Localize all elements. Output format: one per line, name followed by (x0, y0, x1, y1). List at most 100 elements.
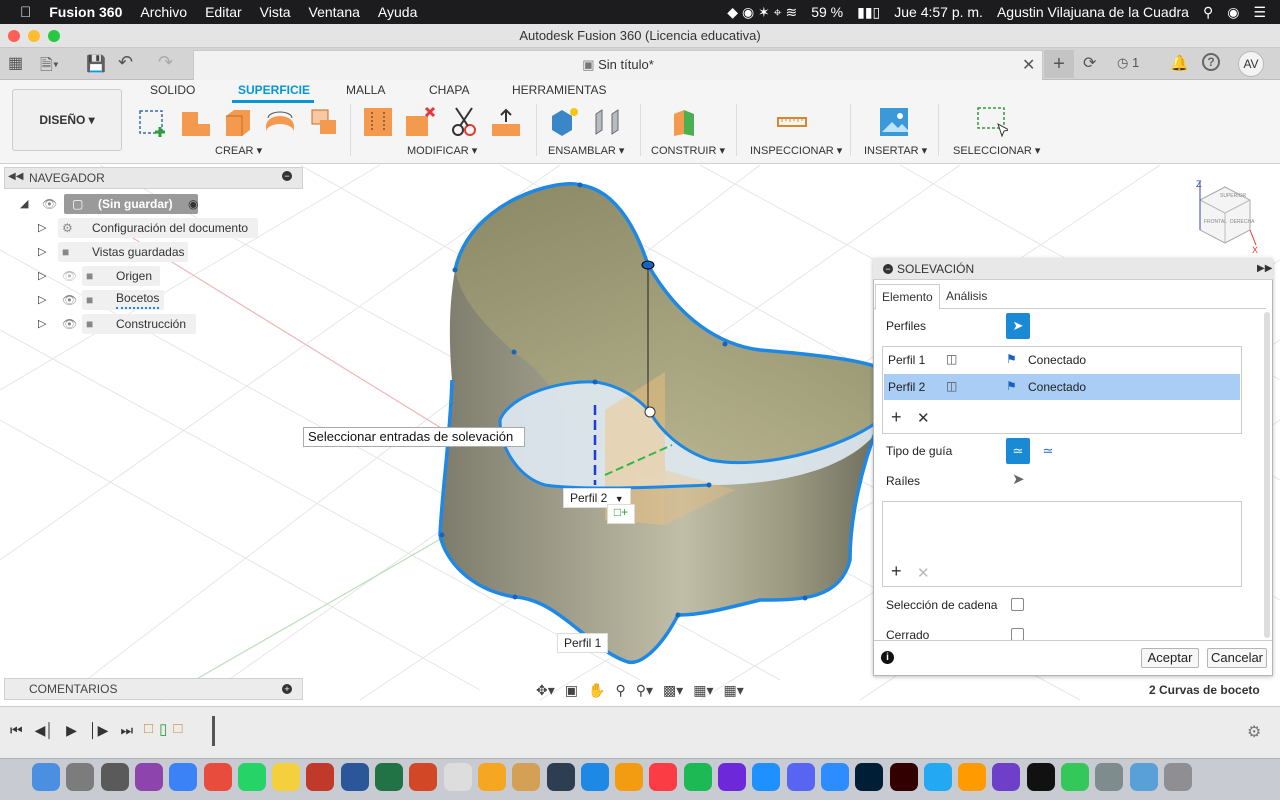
sweep-icon[interactable] (308, 106, 340, 138)
spotlight-search-icon[interactable]: ⚲ (1203, 4, 1213, 21)
dock-app-icon[interactable] (100, 763, 129, 791)
dock-app-icon[interactable] (752, 763, 781, 791)
navigator-header[interactable]: NAVEGADOR (4, 167, 303, 189)
dock-app-icon[interactable] (923, 763, 952, 791)
user-name[interactable]: Agustin Vilajuana de la Cuadra (997, 4, 1189, 20)
connected-icon[interactable]: ⚑ (1006, 352, 1017, 366)
seam-point[interactable] (641, 260, 655, 270)
dock-app-icon[interactable] (32, 763, 60, 791)
nav-item-document-settings[interactable]: ▷ ⚙ Configuración del documento (38, 217, 278, 239)
nav-item-sketches[interactable]: ▷ 👁 ■ Bocetos (38, 289, 278, 311)
tab-analisis[interactable]: Análisis (940, 284, 993, 310)
timeline-marker[interactable] (212, 716, 215, 746)
dock-app-icon[interactable] (649, 763, 678, 791)
collapse-navigator-icon[interactable]: ◀◀ (8, 171, 23, 182)
file-menu-icon[interactable]: 🗎▾ (40, 54, 59, 81)
close-window-button[interactable] (8, 30, 20, 42)
redo-icon[interactable]: ↷ (158, 52, 173, 73)
dock-app-icon[interactable] (272, 763, 301, 791)
step-back-icon[interactable]: ◀│ (35, 722, 55, 739)
timeline-settings-gear-icon[interactable]: ⚙ (1247, 722, 1261, 742)
timeline-plane-icon[interactable]: ▯ (159, 720, 167, 738)
cancel-button[interactable]: Cancelar (1207, 648, 1267, 668)
extrude-surface-icon[interactable] (180, 106, 212, 138)
dock-app-icon[interactable] (375, 763, 403, 791)
pan-hand-icon[interactable]: ✋ (588, 679, 605, 701)
group-ensamblar[interactable]: ENSAMBLAR ▾ (548, 144, 624, 157)
dock-app-icon[interactable] (134, 763, 163, 791)
document-tab[interactable]: ▣ Sin título* (193, 50, 1043, 80)
extensions-icon[interactable]: ⟳ (1083, 53, 1096, 73)
zoom-icon[interactable]: ⚲ (615, 679, 625, 701)
group-insertar[interactable]: INSERTAR ▾ (864, 144, 927, 157)
dock-app-icon[interactable] (340, 763, 369, 791)
menu-ventana[interactable]: Ventana (309, 4, 360, 20)
delete-face-icon[interactable] (404, 106, 436, 138)
go-to-end-icon[interactable]: ⏭ (120, 722, 133, 739)
joint-icon[interactable] (592, 106, 624, 138)
menu-archivo[interactable]: Archivo (140, 4, 187, 20)
orbit-icon[interactable]: ✥▾ (536, 679, 555, 701)
dock-app-icon[interactable] (512, 763, 541, 791)
profile-1-label[interactable]: Perfil 1 (557, 633, 609, 653)
dock-app-icon[interactable] (855, 763, 884, 791)
clock[interactable]: Jue 4:57 p. m. (894, 4, 983, 20)
group-crear[interactable]: CREAR ▾ (215, 144, 262, 157)
expand-triangle-icon[interactable]: ▷ (38, 241, 46, 263)
group-construir[interactable]: CONSTRUIR ▾ (651, 144, 725, 157)
guide-centerline-icon[interactable]: ≃ (1036, 438, 1060, 464)
dock-app-icon[interactable] (1095, 763, 1124, 791)
undo-icon[interactable]: ↶ (118, 52, 133, 73)
look-at-icon[interactable]: ▣ (565, 679, 578, 701)
dock-app-icon[interactable] (237, 763, 266, 791)
tab-superficie[interactable]: SUPERFICIE (238, 83, 310, 97)
create-sketch-icon[interactable] (137, 106, 169, 138)
data-panel-grid-icon[interactable]: ▦ (8, 56, 24, 72)
dock-app-icon[interactable] (306, 763, 335, 791)
ok-button[interactable]: Aceptar (1141, 648, 1199, 668)
app-name-menu[interactable]: Fusion 360 (49, 4, 122, 20)
dock-app-icon[interactable] (958, 763, 987, 791)
construct-plane-icon[interactable] (670, 106, 702, 138)
zoom-window-button[interactable] (48, 30, 60, 42)
add-rail-plus-icon[interactable]: + (891, 561, 902, 582)
remove-rail-x-icon[interactable]: ✕ (917, 564, 930, 582)
user-avatar[interactable]: AV (1238, 51, 1264, 77)
step-forward-icon[interactable]: │▶ (89, 722, 109, 739)
expand-triangle-icon[interactable]: ▷ (38, 313, 46, 335)
expand-triangle-icon[interactable]: ▷ (38, 289, 46, 311)
group-modificar[interactable]: MODIFICAR ▾ (407, 144, 477, 157)
comments-panel[interactable]: COMENTARIOS (4, 678, 303, 700)
collapse-dialog-icon[interactable]: − (883, 264, 893, 274)
tab-herramientas[interactable]: HERRAMIENTAS (512, 83, 606, 97)
dock-app-icon[interactable] (1026, 763, 1055, 791)
close-tab-icon[interactable]: ✕ (1022, 55, 1035, 75)
remove-profile-x-icon[interactable]: ✕ (917, 409, 930, 427)
thicken-icon[interactable] (362, 106, 394, 138)
connected-icon[interactable]: ⚑ (1006, 379, 1017, 393)
display-settings-icon[interactable]: ▩▾ (663, 679, 683, 701)
add-profile-plus-icon[interactable]: + (891, 407, 902, 428)
expand-dialog-icon[interactable]: ▶▶ (1257, 263, 1272, 274)
menu-ayuda[interactable]: Ayuda (378, 4, 417, 20)
nav-item-origin[interactable]: ▷ 👁 ■ Origen (38, 265, 278, 287)
dock-app-icon[interactable] (683, 763, 712, 791)
nav-item-construction[interactable]: ▷ 👁 ■ Construcción (38, 313, 278, 335)
dock-app-icon[interactable] (580, 763, 609, 791)
dock-app-icon[interactable] (1129, 763, 1158, 791)
timeline-sketch-icon[interactable]: □ (144, 720, 153, 738)
visibility-eye-icon[interactable]: 👁 (62, 289, 77, 311)
profile-row[interactable]: Perfil 1 ◫ ⚑ Conectado (884, 348, 1240, 372)
profile-status[interactable]: Conectado (1028, 380, 1086, 394)
viewports-icon[interactable]: ▦▾ (724, 679, 744, 701)
select-window-icon[interactable] (976, 106, 1008, 138)
notifications-bell-icon[interactable]: 🔔 (1170, 54, 1189, 72)
add-profile-icon[interactable]: □+ (607, 504, 635, 524)
group-seleccionar[interactable]: SELECCIONAR ▾ (953, 144, 1040, 157)
new-component-icon[interactable] (548, 106, 580, 138)
battery-icon[interactable]: ▮▮▯ (857, 4, 880, 21)
dock-app-icon[interactable] (786, 763, 815, 791)
workspace-switcher[interactable]: DISEÑO ▾ (12, 89, 122, 151)
notification-center-icon[interactable]: ☰ (1253, 4, 1266, 21)
tab-elemento[interactable]: Elemento (875, 284, 940, 310)
